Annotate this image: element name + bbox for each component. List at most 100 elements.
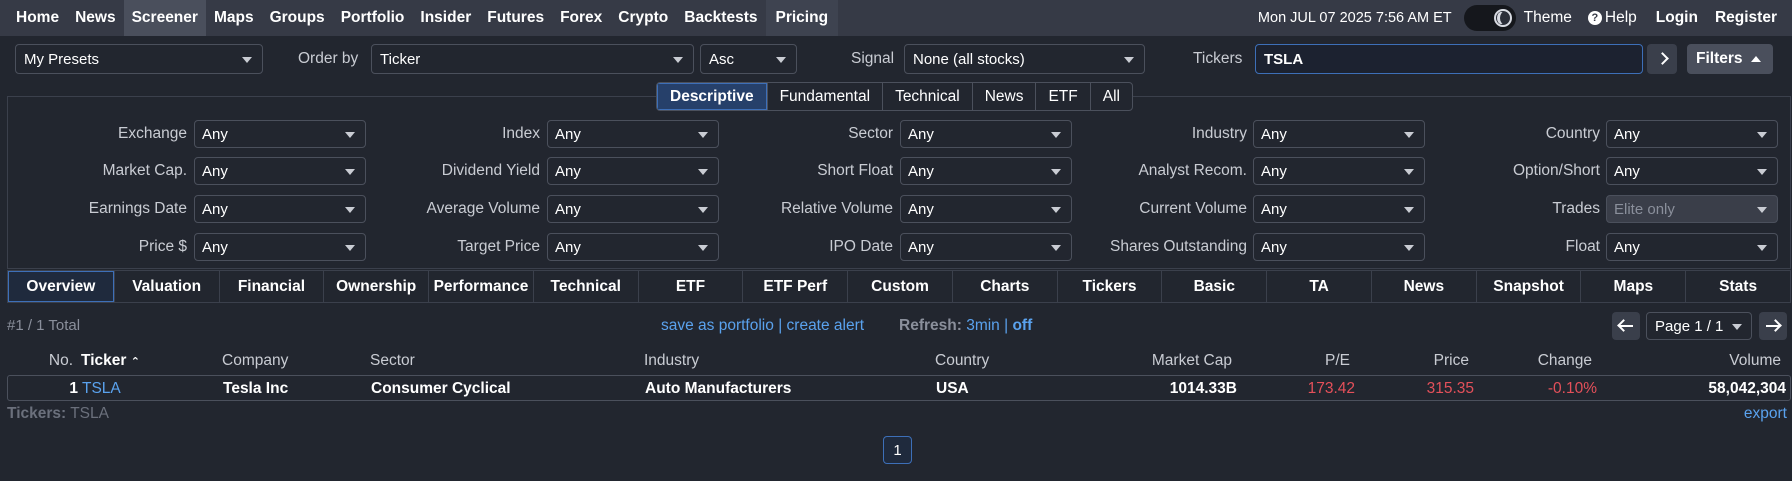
col-no[interactable]: No. xyxy=(49,352,73,370)
chevron-down-icon xyxy=(1051,132,1061,138)
filters-toggle-button[interactable]: Filters xyxy=(1687,44,1773,74)
col-sector[interactable]: Sector xyxy=(370,352,415,370)
filter-select-target-price[interactable]: Any xyxy=(547,233,719,261)
filter-label-relative-volume: Relative Volume xyxy=(780,200,893,217)
filter-select-sector[interactable]: Any xyxy=(900,120,1072,148)
prev-page-button[interactable] xyxy=(1612,312,1640,340)
nav-backtests[interactable]: Backtests xyxy=(676,0,765,36)
tab-ownership[interactable]: Ownership xyxy=(323,271,428,302)
tab-technical-view[interactable]: Technical xyxy=(532,271,638,302)
nav-pricing[interactable]: Pricing xyxy=(765,0,839,36)
tab-news-view[interactable]: News xyxy=(1370,271,1476,302)
filter-select-analyst-recom[interactable]: Any xyxy=(1253,157,1425,185)
help-link[interactable]: ? Help xyxy=(1580,0,1645,36)
filter-select-ipo-date[interactable]: Any xyxy=(900,233,1072,261)
cell-industry: Auto Manufacturers xyxy=(645,380,792,397)
top-navigation: Home News Screener Maps Groups Portfolio… xyxy=(0,0,1792,36)
col-volume[interactable]: Volume xyxy=(1729,352,1781,370)
tab-fundamental[interactable]: Fundamental xyxy=(766,83,882,110)
col-market-cap[interactable]: Market Cap xyxy=(1152,352,1232,370)
save-as-portfolio-link[interactable]: save as portfolio xyxy=(661,317,774,334)
filter-value: Any xyxy=(908,125,934,143)
register-link[interactable]: Register xyxy=(1709,0,1792,36)
tab-etf-view[interactable]: ETF xyxy=(637,271,743,302)
filter-select-option-short[interactable]: Any xyxy=(1606,157,1778,185)
cell-ticker[interactable]: TSLA xyxy=(82,380,121,398)
filter-select-average-volume[interactable]: Any xyxy=(547,195,719,223)
filter-select-shares-outstanding[interactable]: Any xyxy=(1253,233,1425,261)
refresh-off-link[interactable]: off xyxy=(1012,317,1032,334)
signal-select[interactable]: None (all stocks) xyxy=(904,44,1145,74)
filter-select-short-float[interactable]: Any xyxy=(900,157,1072,185)
nav-insider[interactable]: Insider xyxy=(412,0,479,36)
filter-select-dividend-yield[interactable]: Any xyxy=(547,157,719,185)
nav-forex[interactable]: Forex xyxy=(552,0,610,36)
filter-select-earnings-date[interactable]: Any xyxy=(194,195,366,223)
page-select[interactable]: Page 1 / 1 xyxy=(1646,312,1752,340)
tab-tickers[interactable]: Tickers xyxy=(1056,271,1162,302)
export-link[interactable]: export xyxy=(1744,405,1787,423)
theme-toggle[interactable] xyxy=(1463,5,1516,31)
tickers-go-button[interactable] xyxy=(1647,44,1677,74)
tab-maps[interactable]: Maps xyxy=(1580,271,1685,302)
col-ticker[interactable]: Ticker ⌃ xyxy=(81,352,140,370)
order-by-value: Ticker xyxy=(380,50,421,68)
tab-etf[interactable]: ETF xyxy=(1035,83,1089,110)
tab-stats[interactable]: Stats xyxy=(1685,271,1790,302)
nav-futures[interactable]: Futures xyxy=(479,0,552,36)
chevron-down-icon xyxy=(345,169,355,175)
filter-value: Any xyxy=(1261,162,1287,180)
refresh-interval-link[interactable]: 3min xyxy=(966,317,1000,334)
tickers-input[interactable]: TSLA xyxy=(1255,44,1643,74)
nav-news[interactable]: News xyxy=(67,0,124,36)
tab-basic[interactable]: Basic xyxy=(1161,271,1266,302)
tab-news[interactable]: News xyxy=(971,83,1036,110)
tab-descriptive[interactable]: Descriptive xyxy=(657,83,767,110)
nav-maps[interactable]: Maps xyxy=(206,0,262,36)
col-change[interactable]: Change xyxy=(1538,352,1592,370)
filter-select-country[interactable]: Any xyxy=(1606,120,1778,148)
presets-select[interactable]: My Presets xyxy=(15,44,263,74)
filter-select-current-volume[interactable]: Any xyxy=(1253,195,1425,223)
nav-portfolio[interactable]: Portfolio xyxy=(333,0,413,36)
col-industry[interactable]: Industry xyxy=(644,352,699,370)
tab-snapshot[interactable]: Snapshot xyxy=(1475,271,1581,302)
filter-select-exchange[interactable]: Any xyxy=(194,120,366,148)
filter-value: Any xyxy=(202,162,228,180)
filter-select-relative-volume[interactable]: Any xyxy=(900,195,1072,223)
chevron-down-icon xyxy=(1051,169,1061,175)
tab-etf-perf[interactable]: ETF Perf xyxy=(742,271,847,302)
theme-label[interactable]: Theme xyxy=(1522,0,1580,36)
tab-ta[interactable]: TA xyxy=(1266,271,1371,302)
col-company[interactable]: Company xyxy=(222,352,288,370)
tab-custom[interactable]: Custom xyxy=(847,271,952,302)
tab-overview[interactable]: Overview xyxy=(8,271,114,302)
filter-select-price[interactable]: Any xyxy=(194,233,366,261)
col-country[interactable]: Country xyxy=(935,352,989,370)
col-pe[interactable]: P/E xyxy=(1325,352,1350,370)
tab-technical[interactable]: Technical xyxy=(882,83,972,110)
tab-charts[interactable]: Charts xyxy=(951,271,1057,302)
filter-select-industry[interactable]: Any xyxy=(1253,120,1425,148)
tab-financial[interactable]: Financial xyxy=(218,271,324,302)
order-direction-select[interactable]: Asc xyxy=(700,44,797,74)
tab-valuation[interactable]: Valuation xyxy=(113,271,219,302)
col-price[interactable]: Price xyxy=(1434,352,1469,370)
nav-crypto[interactable]: Crypto xyxy=(610,0,676,36)
next-page-button[interactable] xyxy=(1759,312,1787,340)
login-link[interactable]: Login xyxy=(1645,0,1709,36)
filter-select-market-cap[interactable]: Any xyxy=(194,157,366,185)
create-alert-link[interactable]: create alert xyxy=(787,317,865,334)
nav-screener[interactable]: Screener xyxy=(123,0,206,36)
filter-value: Any xyxy=(908,200,934,218)
filter-select-index[interactable]: Any xyxy=(547,120,719,148)
tab-performance[interactable]: Performance xyxy=(428,271,533,302)
nav-groups[interactable]: Groups xyxy=(262,0,333,36)
table-row[interactable]: 1 TSLA Tesla Inc Consumer Cyclical Auto … xyxy=(7,375,1791,401)
filter-select-float[interactable]: Any xyxy=(1606,233,1778,261)
filter-label-short-float: Short Float xyxy=(817,162,893,179)
page-number-button[interactable]: 1 xyxy=(883,436,912,464)
order-by-select[interactable]: Ticker xyxy=(371,44,694,74)
nav-home[interactable]: Home xyxy=(0,0,67,36)
tab-all[interactable]: All xyxy=(1089,83,1132,110)
